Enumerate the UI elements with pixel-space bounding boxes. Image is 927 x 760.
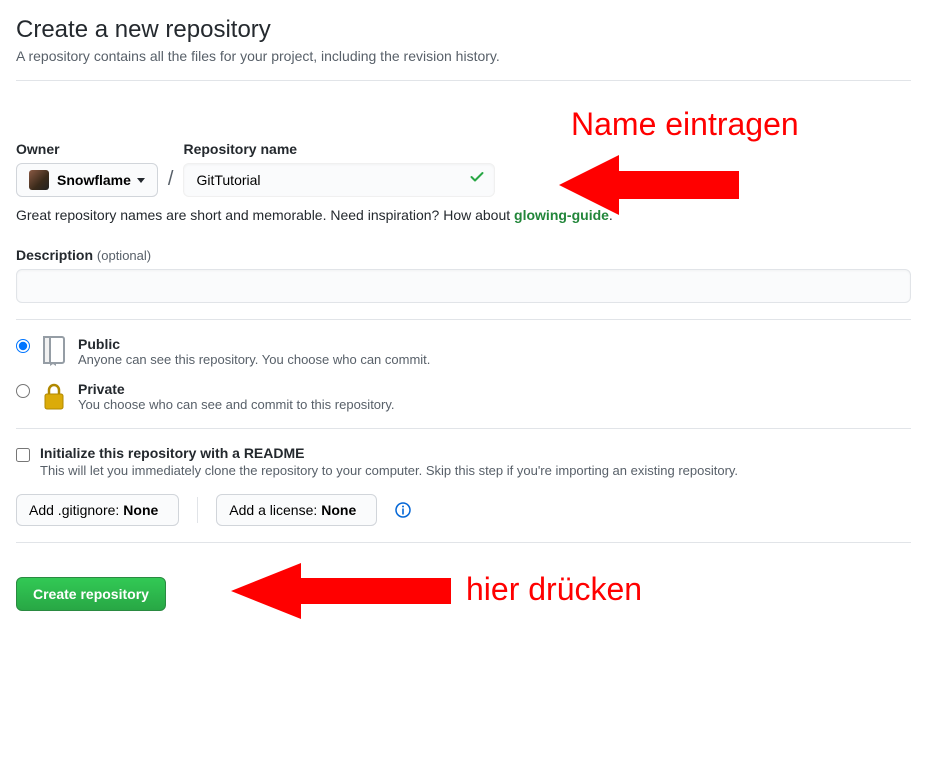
visibility-private-radio[interactable] xyxy=(16,384,30,398)
description-label: Description xyxy=(16,247,93,263)
license-select[interactable]: Add a license: None xyxy=(216,494,377,526)
description-optional: (optional) xyxy=(97,248,151,263)
visibility-public-desc: Anyone can see this repository. You choo… xyxy=(78,352,430,367)
name-hint: Great repository names are short and mem… xyxy=(16,207,911,223)
divider xyxy=(16,542,911,543)
repo-name-input[interactable] xyxy=(183,163,495,197)
repo-name-label: Repository name xyxy=(183,141,495,157)
visibility-public-radio[interactable] xyxy=(16,339,30,353)
owner-select[interactable]: Snowflame xyxy=(16,163,158,197)
divider xyxy=(16,80,911,81)
repo-icon xyxy=(40,336,68,366)
init-readme-title: Initialize this repository with a README xyxy=(40,445,738,461)
lock-icon xyxy=(40,381,68,411)
create-repository-button[interactable]: Create repository xyxy=(16,577,166,611)
slash-separator: / xyxy=(162,168,180,197)
avatar xyxy=(29,170,49,190)
info-icon[interactable] xyxy=(395,502,411,518)
visibility-private-desc: You choose who can see and commit to thi… xyxy=(78,397,395,412)
page-subtitle: A repository contains all the files for … xyxy=(16,48,911,64)
divider xyxy=(16,428,911,429)
annotation-name-label: Name eintragen xyxy=(571,106,799,143)
page-title: Create a new repository xyxy=(16,16,911,44)
annotation-arrow-press xyxy=(231,561,451,621)
init-readme-checkbox[interactable] xyxy=(16,448,30,462)
init-readme-desc: This will let you immediately clone the … xyxy=(40,463,738,478)
divider xyxy=(16,319,911,320)
visibility-private-title: Private xyxy=(78,381,395,397)
description-input[interactable] xyxy=(16,269,911,303)
gitignore-select[interactable]: Add .gitignore: None xyxy=(16,494,179,526)
divider xyxy=(197,497,198,523)
owner-name: Snowflame xyxy=(57,172,131,188)
chevron-down-icon xyxy=(137,178,145,183)
annotation-press-label: hier drücken xyxy=(466,571,642,608)
visibility-public-title: Public xyxy=(78,336,430,352)
owner-label: Owner xyxy=(16,141,158,157)
check-icon xyxy=(469,170,485,191)
name-suggestion-link[interactable]: glowing-guide xyxy=(514,207,609,223)
